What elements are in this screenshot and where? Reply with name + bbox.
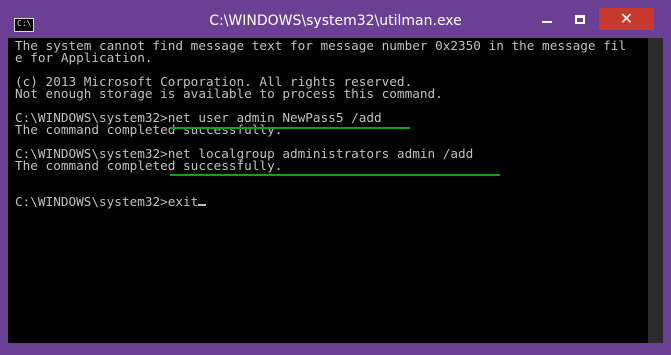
- console-line: The command completed successfully.: [15, 158, 283, 173]
- text-cursor: [198, 204, 207, 206]
- title-bar[interactable]: C:\ C:\WINDOWS\system32\utilman.exe ✕: [0, 0, 671, 38]
- close-button[interactable]: ✕: [599, 8, 654, 30]
- minimize-icon: [542, 21, 552, 23]
- console-current-command: C:\WINDOWS\system32>exit: [15, 194, 199, 209]
- console-line: e for Application.: [15, 50, 153, 65]
- console-text: The system cannot find message text for …: [15, 39, 626, 209]
- maximize-button[interactable]: [566, 8, 594, 30]
- minimize-button[interactable]: [533, 8, 561, 30]
- highlight-underline-net-user: [170, 127, 410, 129]
- highlight-underline-net-localgroup: [170, 174, 500, 176]
- console-output-area[interactable]: The system cannot find message text for …: [8, 38, 648, 343]
- vertical-scrollbar[interactable]: [648, 38, 663, 343]
- console-line: Not enough storage is available to proce…: [15, 86, 443, 101]
- console-window: C:\ C:\WINDOWS\system32\utilman.exe ✕ Th…: [0, 0, 671, 355]
- maximize-icon: [575, 14, 585, 24]
- console-line: The command completed successfully.: [15, 122, 283, 137]
- close-icon: ✕: [619, 9, 634, 28]
- console-prompt-line: C:\WINDOWS\system32>exit: [15, 194, 626, 209]
